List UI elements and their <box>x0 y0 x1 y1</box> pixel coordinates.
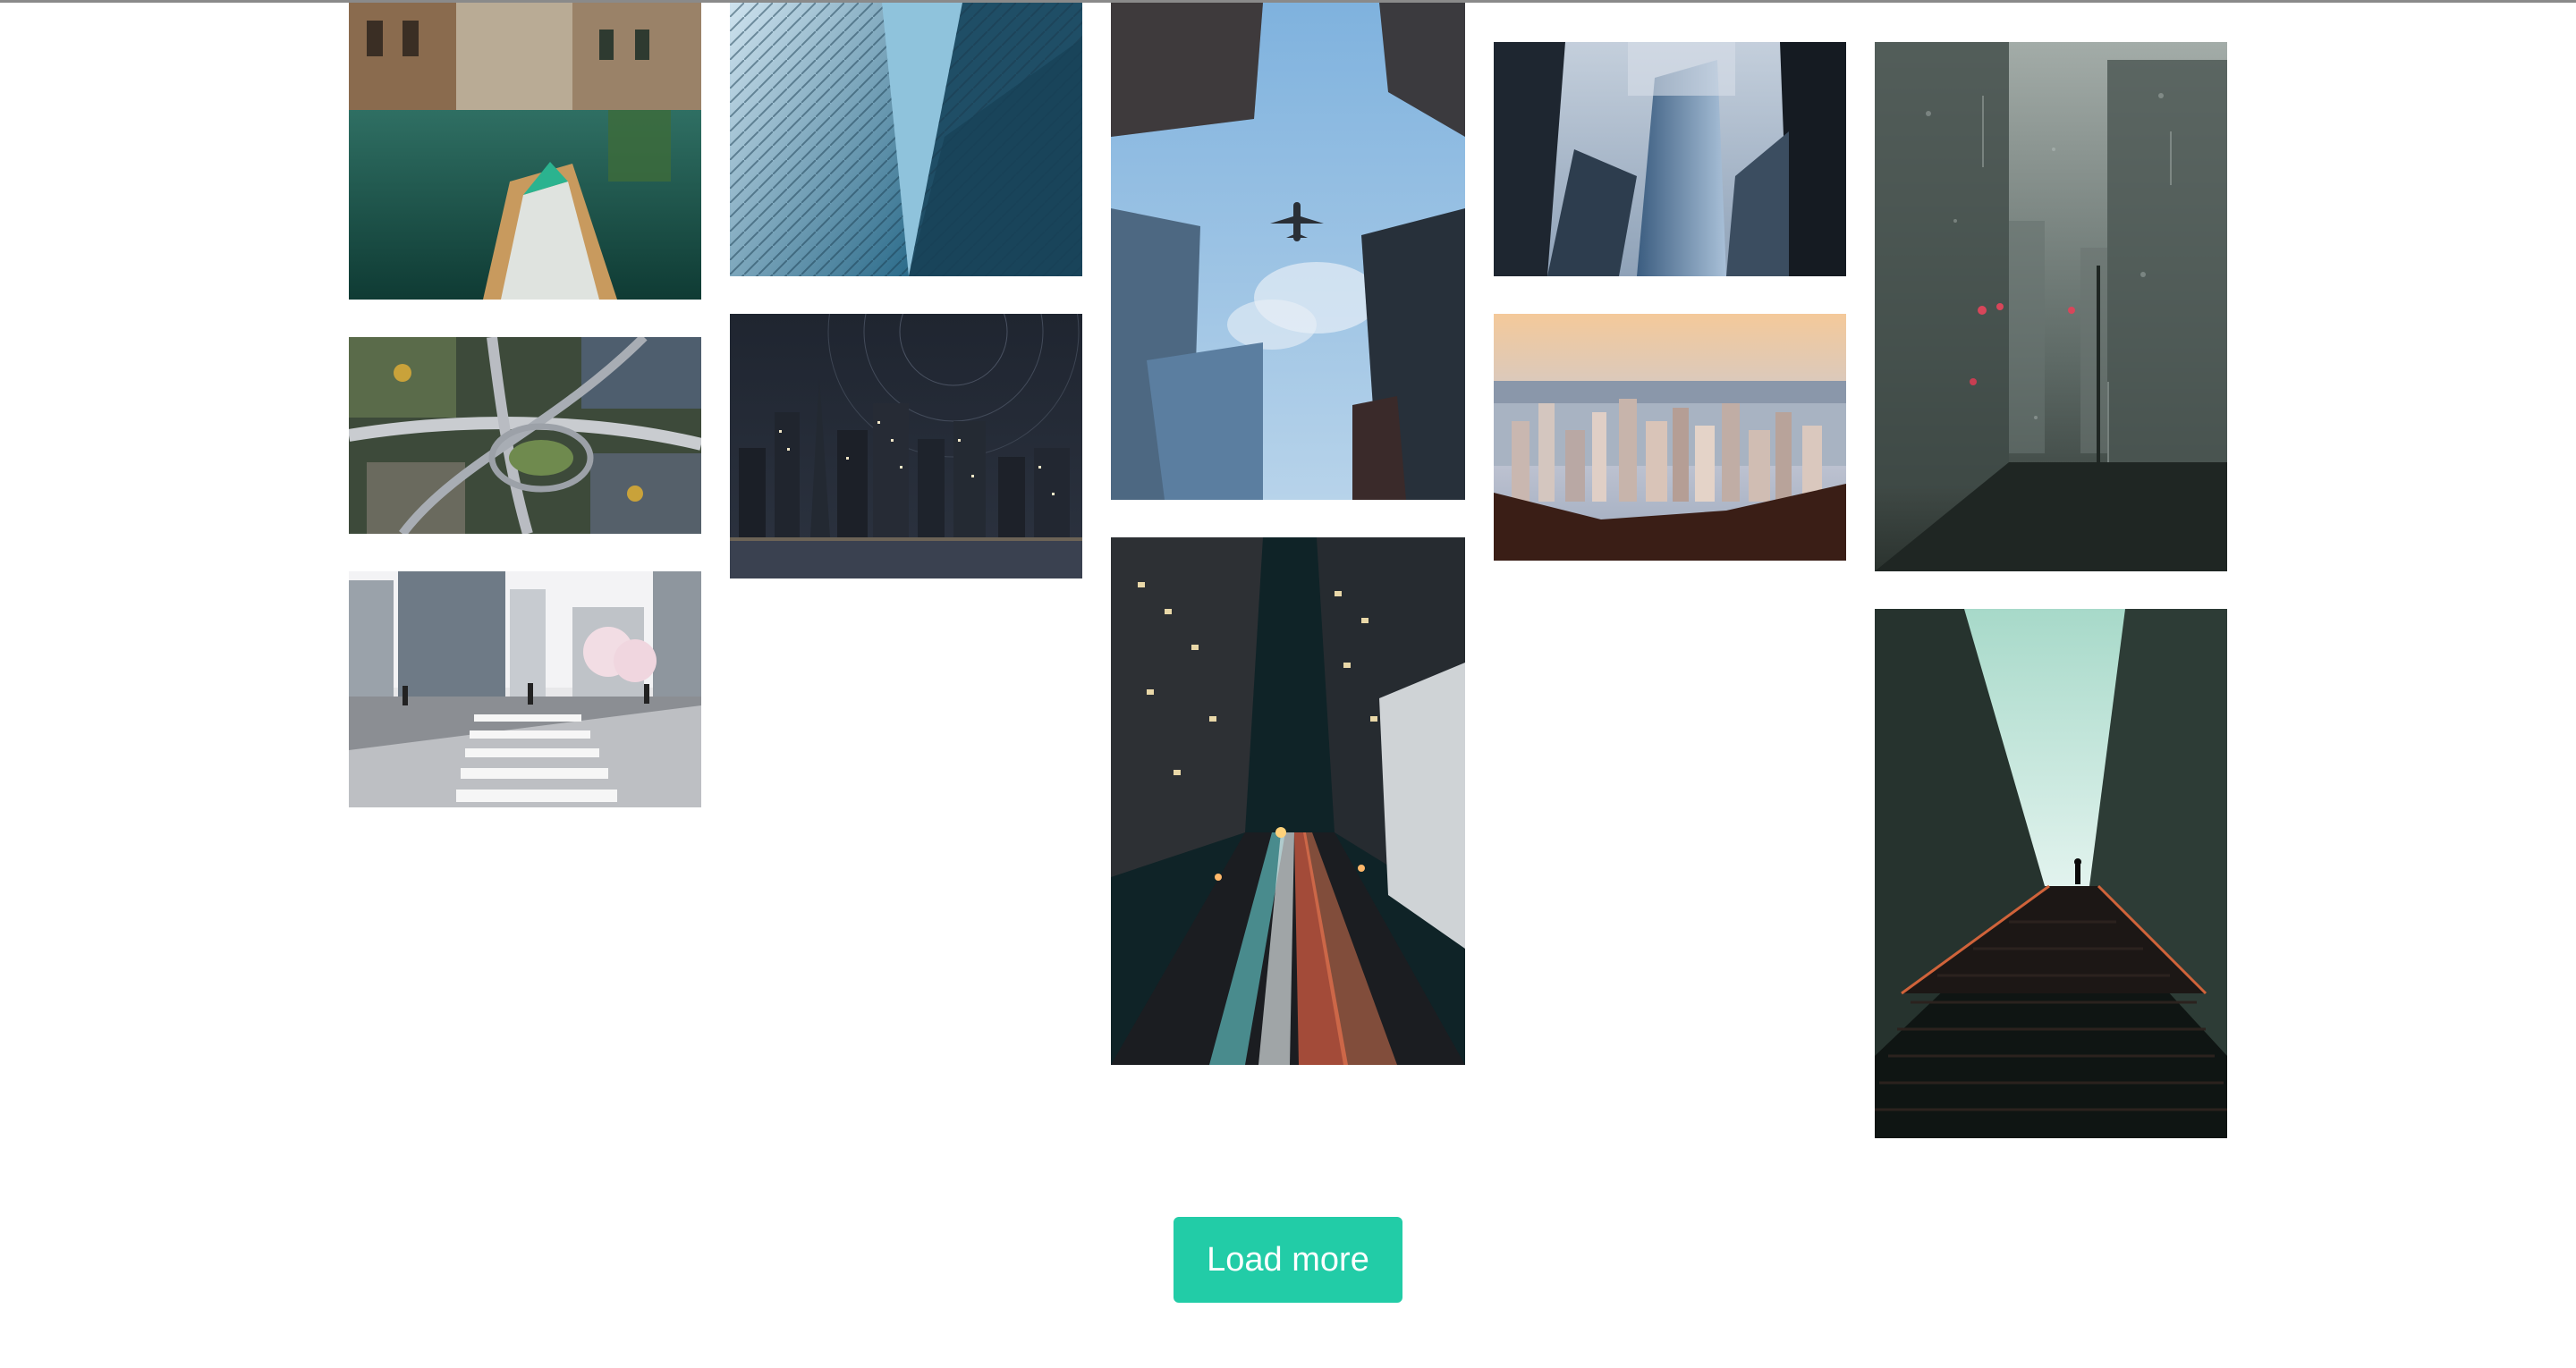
gallery-page: Load more <box>0 0 2576 1368</box>
photo-city-crosswalk[interactable] <box>349 571 701 807</box>
photo-city-crosswalk-image <box>349 571 701 807</box>
load-more-button[interactable]: Load more <box>1174 1217 1402 1303</box>
photo-glass-skyscraper-facade[interactable] <box>730 3 1082 276</box>
photo-venice-canal-boat-image <box>349 3 701 300</box>
photo-stairway-to-light-image <box>1875 609 2227 1138</box>
photo-skyscraper-in-fog-image <box>1494 42 1846 276</box>
photo-venice-canal-boat[interactable] <box>349 3 701 300</box>
photo-airplane-between-skyscrapers[interactable] <box>1111 3 1465 500</box>
photo-aerial-highway-interchange[interactable] <box>349 337 701 534</box>
photo-rainy-window-street-image <box>1875 42 2227 571</box>
photo-glass-skyscraper-facade-image <box>730 3 1082 276</box>
photo-night-skyline-star-trails-image <box>730 314 1082 578</box>
photo-skyscraper-in-fog[interactable] <box>1494 42 1846 276</box>
photo-night-street-light-trails[interactable] <box>1111 537 1465 1065</box>
photo-night-skyline-star-trails[interactable] <box>730 314 1082 578</box>
photo-harbour-city-sunset-image <box>1494 314 1846 561</box>
photo-aerial-highway-interchange-image <box>349 337 701 534</box>
photo-harbour-city-sunset[interactable] <box>1494 314 1846 561</box>
photo-rainy-window-street[interactable] <box>1875 42 2227 571</box>
photo-airplane-between-skyscrapers-image <box>1111 3 1465 500</box>
photo-night-street-light-trails-image <box>1111 537 1465 1065</box>
photo-stairway-to-light[interactable] <box>1875 609 2227 1138</box>
